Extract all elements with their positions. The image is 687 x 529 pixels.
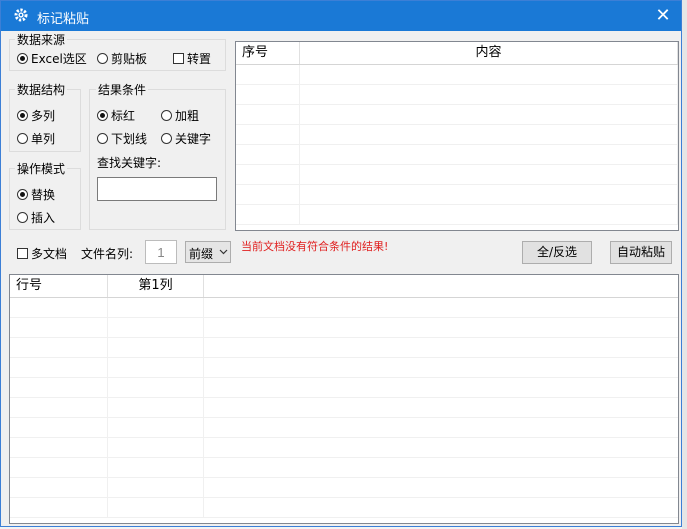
background-window-edge bbox=[682, 0, 687, 529]
radio-indicator bbox=[17, 212, 28, 223]
table-row bbox=[10, 458, 678, 478]
table-row bbox=[10, 478, 678, 498]
table-row bbox=[10, 378, 678, 398]
radio-indicator bbox=[97, 110, 108, 121]
radio-indicator bbox=[97, 53, 108, 64]
result-keyword-label: 关键字 bbox=[175, 132, 212, 146]
select-all-button[interactable]: 全/反选 bbox=[522, 241, 592, 264]
title-bar[interactable]: 标记粘贴 ✕ bbox=[1, 1, 681, 31]
table-row bbox=[10, 438, 678, 458]
radio-indicator bbox=[17, 53, 28, 64]
result-red-label: 标红 bbox=[111, 109, 136, 123]
transpose-checkbox[interactable]: 转置 bbox=[173, 50, 211, 67]
gear-icon bbox=[14, 8, 28, 22]
checkbox-indicator bbox=[17, 248, 28, 259]
structure-single-label: 单列 bbox=[31, 132, 56, 146]
table-row bbox=[10, 298, 678, 318]
table-row bbox=[10, 498, 678, 518]
radio-indicator bbox=[161, 110, 172, 121]
app-window: 标记粘贴 ✕ 数据来源 Excel选区 剪贴板 转置 数据结构 多列 单列 操作… bbox=[0, 0, 682, 527]
radio-indicator bbox=[97, 133, 108, 144]
radio-indicator bbox=[17, 189, 28, 200]
structure-single-radio[interactable]: 单列 bbox=[17, 130, 55, 147]
column-header-content[interactable]: 内容 bbox=[300, 42, 678, 64]
table-row bbox=[236, 185, 678, 205]
content-table[interactable]: 序号 内容 bbox=[235, 41, 679, 231]
result-table-header: 行号 第1列 bbox=[10, 275, 678, 298]
prefix-select-value: 前缀 bbox=[189, 247, 214, 261]
structure-multi-label: 多列 bbox=[31, 109, 56, 123]
table-row bbox=[10, 318, 678, 338]
keyword-label: 查找关键字: bbox=[97, 156, 162, 170]
result-bold-label: 加粗 bbox=[175, 109, 200, 123]
result-group-label: 结果条件 bbox=[96, 81, 149, 98]
mode-replace-label: 替换 bbox=[31, 188, 56, 202]
content-table-body bbox=[236, 65, 678, 225]
multi-doc-label: 多文档 bbox=[31, 247, 68, 261]
auto-paste-button[interactable]: 自动粘贴 bbox=[610, 241, 672, 264]
table-row bbox=[236, 65, 678, 85]
column-header-col1[interactable]: 第1列 bbox=[108, 275, 204, 297]
source-excel-radio[interactable]: Excel选区 bbox=[17, 50, 87, 67]
radio-indicator bbox=[161, 133, 172, 144]
table-row bbox=[236, 165, 678, 185]
column-header-index[interactable]: 序号 bbox=[236, 42, 300, 64]
source-excel-label: Excel选区 bbox=[31, 52, 87, 66]
result-table[interactable]: 行号 第1列 bbox=[9, 274, 679, 524]
column-header-filler bbox=[204, 275, 678, 297]
multi-doc-checkbox[interactable]: 多文档 bbox=[17, 245, 67, 262]
result-keyword-radio[interactable]: 关键字 bbox=[161, 130, 211, 147]
source-clipboard-label: 剪贴板 bbox=[111, 52, 148, 66]
source-clipboard-radio[interactable]: 剪贴板 bbox=[97, 50, 147, 67]
table-row bbox=[236, 105, 678, 125]
close-button[interactable]: ✕ bbox=[651, 4, 675, 28]
window-title: 标记粘贴 bbox=[37, 12, 90, 27]
result-red-radio[interactable]: 标红 bbox=[97, 107, 135, 124]
structure-multi-radio[interactable]: 多列 bbox=[17, 107, 55, 124]
structure-group-label: 数据结构 bbox=[15, 81, 68, 98]
keyword-input[interactable] bbox=[97, 177, 217, 201]
content-table-header: 序号 内容 bbox=[236, 42, 678, 65]
table-row bbox=[236, 125, 678, 145]
table-row bbox=[10, 358, 678, 378]
checkbox-indicator bbox=[173, 53, 184, 64]
close-icon: ✕ bbox=[655, 5, 671, 26]
mode-group-label: 操作模式 bbox=[15, 160, 68, 177]
table-row bbox=[10, 398, 678, 418]
filename-col-input[interactable] bbox=[145, 240, 177, 264]
chevron-down-icon bbox=[219, 249, 228, 255]
column-header-row-number[interactable]: 行号 bbox=[10, 275, 108, 297]
result-underline-radio[interactable]: 下划线 bbox=[97, 130, 147, 147]
table-row bbox=[236, 145, 678, 165]
radio-indicator bbox=[17, 133, 28, 144]
mode-insert-label: 插入 bbox=[31, 211, 56, 225]
source-group-label: 数据来源 bbox=[15, 31, 68, 48]
table-row bbox=[10, 418, 678, 438]
result-bold-radio[interactable]: 加粗 bbox=[161, 107, 199, 124]
radio-indicator bbox=[17, 110, 28, 121]
prefix-select[interactable]: 前缀 bbox=[185, 241, 231, 263]
status-message: 当前文档没有符合条件的结果! bbox=[241, 240, 389, 253]
filename-col-label: 文件名列: bbox=[81, 247, 134, 261]
transpose-label: 转置 bbox=[187, 52, 212, 66]
mode-insert-radio[interactable]: 插入 bbox=[17, 209, 55, 226]
result-table-body bbox=[10, 298, 678, 518]
table-row bbox=[236, 85, 678, 105]
table-row bbox=[236, 205, 678, 225]
result-underline-label: 下划线 bbox=[111, 132, 148, 146]
mode-replace-radio[interactable]: 替换 bbox=[17, 186, 55, 203]
table-row bbox=[10, 338, 678, 358]
